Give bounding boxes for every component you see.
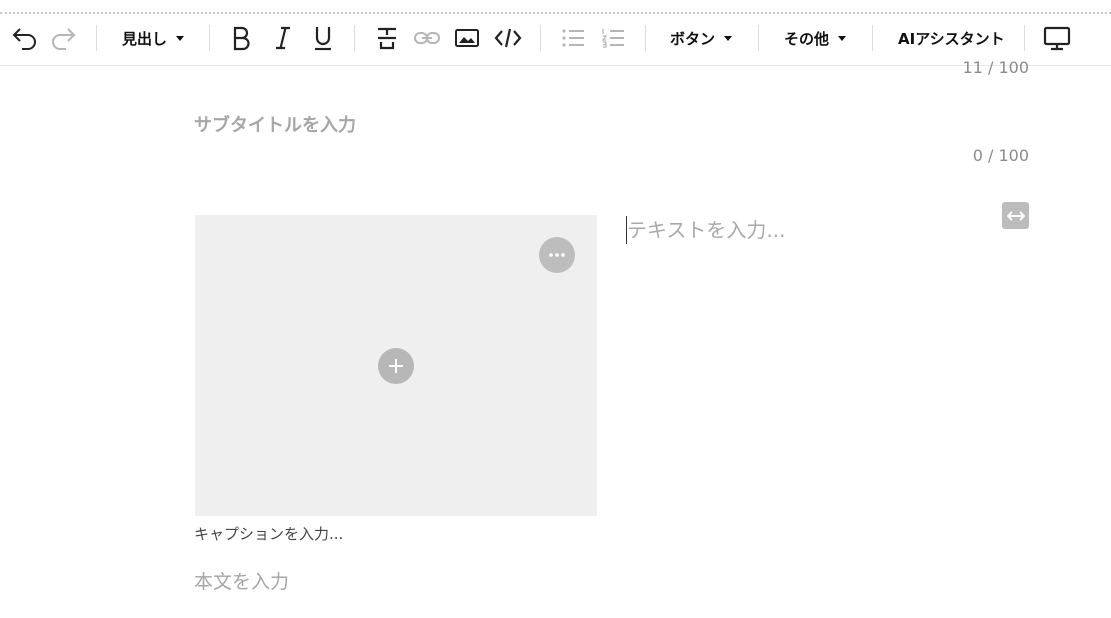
preview-button[interactable] <box>1040 20 1074 56</box>
toolbar-separator <box>209 25 210 51</box>
undo-button[interactable] <box>8 20 40 56</box>
button-dropdown[interactable]: ボタン <box>670 20 733 56</box>
underline-icon <box>315 27 331 51</box>
italic-icon <box>276 26 290 50</box>
redo-icon <box>52 28 76 50</box>
link-icon <box>414 32 440 44</box>
bold-button[interactable] <box>226 20 256 56</box>
numbered-list-icon <box>601 29 624 48</box>
toolbar-separator <box>645 25 646 51</box>
toolbar-separator <box>1024 25 1025 51</box>
heading-dropdown-label: 見出し <box>122 29 168 48</box>
title-char-counter: 11 / 100 <box>962 58 1029 77</box>
other-dropdown[interactable]: その他 <box>784 20 847 56</box>
toolbar-separator <box>758 25 759 51</box>
more-options-button[interactable] <box>539 237 575 273</box>
ai-assistant-label: AIアシスタント <box>898 29 1005 48</box>
strikethrough-icon <box>378 27 396 50</box>
bullet-list-button[interactable] <box>558 20 588 56</box>
caret-down-icon <box>176 35 185 41</box>
image-caption-input[interactable]: キャプションを入力... <box>194 523 343 544</box>
heading-dropdown[interactable]: 見出し <box>122 20 185 56</box>
side-text-input[interactable]: テキストを入力... <box>626 216 785 244</box>
underline-button[interactable] <box>308 20 338 56</box>
italic-button[interactable] <box>268 20 298 56</box>
ai-assistant-button[interactable]: AIアシスタント <box>898 20 1005 56</box>
plus-icon <box>389 359 403 373</box>
editor-toolbar: 見出し ボタン その他 AIアシスタント <box>0 0 1111 66</box>
bold-icon <box>233 26 250 51</box>
more-horizontal-icon <box>549 253 565 257</box>
monitor-icon <box>1043 26 1071 51</box>
arrows-horizontal-icon <box>1006 210 1025 221</box>
subtitle-char-counter: 0 / 100 <box>972 146 1029 165</box>
caret-down-icon <box>724 35 733 41</box>
toolbar-separator <box>354 25 355 51</box>
other-dropdown-label: その他 <box>784 29 830 48</box>
add-image-button[interactable] <box>378 348 414 384</box>
toolbar-separator <box>540 25 541 51</box>
resize-width-button[interactable] <box>1002 202 1029 229</box>
image-button[interactable] <box>452 20 482 56</box>
button-dropdown-label: ボタン <box>670 29 716 48</box>
numbered-list-button[interactable] <box>598 20 628 56</box>
bullet-list-icon <box>562 29 584 47</box>
toolbar-dotted-border <box>0 12 1111 14</box>
image-icon <box>455 29 479 47</box>
subtitle-input[interactable]: サブタイトルを入力 <box>194 111 356 137</box>
caret-down-icon <box>838 35 847 41</box>
link-button[interactable] <box>412 20 442 56</box>
toolbar-separator <box>872 25 873 51</box>
strikethrough-button[interactable] <box>372 20 402 56</box>
image-upload-area[interactable] <box>195 215 597 516</box>
code-icon <box>494 28 522 48</box>
toolbar-separator <box>96 25 97 51</box>
undo-icon <box>12 28 36 50</box>
code-button[interactable] <box>492 20 524 56</box>
body-text-input[interactable]: 本文を入力 <box>194 567 289 594</box>
redo-button[interactable] <box>48 20 80 56</box>
